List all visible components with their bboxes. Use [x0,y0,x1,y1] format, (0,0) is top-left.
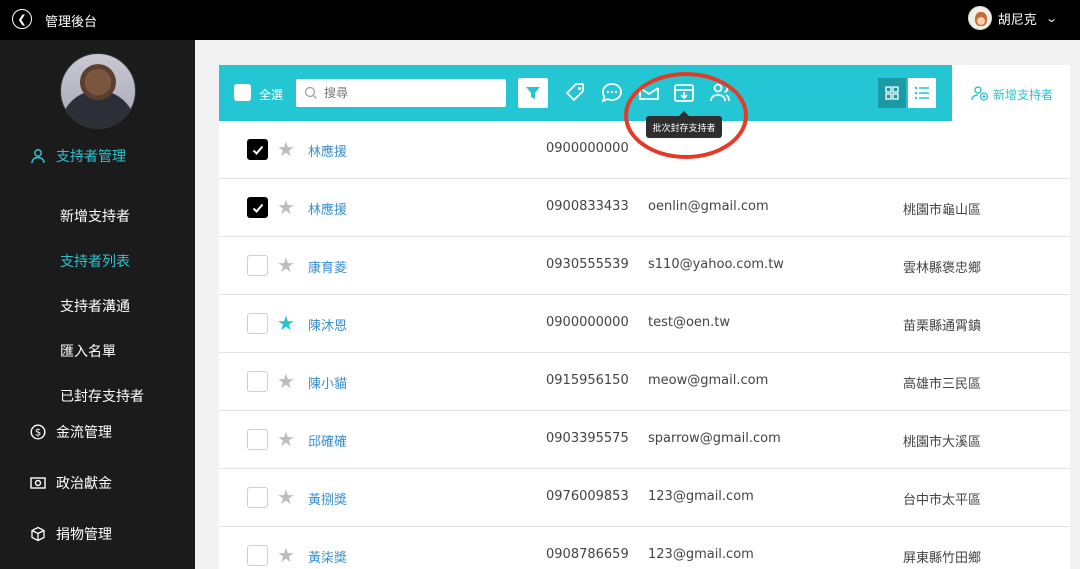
select-all-checkbox[interactable] [234,84,251,101]
supporter-email: meow@gmail.com [648,373,769,388]
list-icon [914,86,929,100]
row-checkbox[interactable] [247,545,268,566]
top-bar: ❮ 管理後台 胡尼克 ⌄ [0,0,1080,40]
table-row[interactable]: ★ 陳小貓 0915956150 meow@gmail.com 高雄市三民區 [219,353,1070,411]
sidebar-item-label: 金流管理 [56,425,112,441]
supporter-phone: 0900000000 [546,315,629,330]
star-icon[interactable]: ★ [277,371,295,391]
table-row[interactable]: ★ 康育菱 0930555539 s110@yahoo.com.tw 雲林縣褒忠鄉 [219,237,1070,295]
add-supporter-label: 新增支持者 [993,88,1054,102]
table-row[interactable]: ★ 陳沐恩 0900000000 test@oen.tw 苗栗縣通霄鎮 [219,295,1070,353]
supporter-email: oenlin@gmail.com [648,199,769,214]
supporter-name[interactable]: 陳沐恩 [308,315,347,334]
supporter-area: 桃園市龜山區 [903,203,982,218]
sidebar-sub-communication[interactable]: 支持者溝通 [60,296,130,316]
row-checkbox[interactable] [247,197,268,218]
row-checkbox[interactable] [247,429,268,450]
table-row[interactable]: ★ 黃柒獎 0908786659 123@gmail.com 屏東縣竹田鄉 [219,527,1070,569]
row-checkbox[interactable] [247,313,268,334]
table-row[interactable]: ★ 邱確確 0903395575 sparrow@gmail.com 桃園市大溪區 [219,411,1070,469]
check-icon [252,145,263,155]
app-title: 管理後台 [45,15,98,30]
grid-view-button[interactable] [878,78,906,108]
sidebar-sub-supporter-list[interactable]: 支持者列表 [60,251,130,271]
tag-icon[interactable] [564,81,588,105]
star-icon[interactable]: ★ [277,487,295,507]
row-checkbox[interactable] [247,255,268,276]
filter-icon [526,87,540,99]
supporter-email: test@oen.tw [648,315,731,330]
chevron-down-icon: ⌄ [1044,11,1058,25]
sidebar-sub-import-list[interactable]: 匯入名單 [60,341,116,361]
supporter-area: 台中市太平區 [903,493,982,508]
sidebar: 支持者管理 新增支持者 支持者列表 支持者溝通 匯入名單 已封存支持者 $ 金流… [0,40,195,569]
supporter-name[interactable]: 陳小貓 [308,373,347,392]
supporter-name[interactable]: 林應援 [308,141,347,160]
search-icon [304,85,318,104]
supporter-email: sparrow@gmail.com [648,431,781,446]
supporter-name[interactable]: 林應援 [308,199,347,218]
star-icon[interactable]: ★ [277,197,295,217]
grid-icon [885,86,899,100]
user-icon [30,148,46,164]
row-checkbox[interactable] [247,487,268,508]
supporter-phone: 0900833433 [546,199,629,214]
table-row[interactable]: ★ 黃捌獎 0976009853 123@gmail.com 台中市太平區 [219,469,1070,527]
supporter-email: s110@yahoo.com.tw [648,257,784,272]
star-icon[interactable]: ★ [277,255,295,275]
supporter-phone: 0908786659 [546,547,629,562]
supporter-phone: 0930555539 [546,257,629,272]
table-row[interactable]: ★ 林應援 0900833433 oenlin@gmail.com 桃園市龜山區 [219,179,1070,237]
user-menu[interactable]: 胡尼克 ⌄ [967,6,1058,30]
star-icon[interactable]: ★ [277,429,295,449]
dollar-icon: $ [30,424,46,440]
supporter-name[interactable]: 黃柒獎 [308,547,347,566]
supporter-area: 屏東縣竹田鄉 [903,551,982,566]
sidebar-item-label: 政治獻金 [56,476,112,492]
supporter-area: 桃園市大溪區 [903,435,982,450]
star-icon[interactable]: ★ [277,545,295,565]
list-view-button[interactable] [908,78,936,108]
supporter-area: 高雄市三民區 [903,377,982,392]
cash-icon [30,475,46,491]
annotation-circle [624,72,748,159]
filter-button[interactable] [518,78,548,108]
message-icon[interactable] [600,81,624,105]
supporter-phone: 0903395575 [546,431,629,446]
profile-photo [60,53,136,129]
check-icon [252,203,263,213]
search-input[interactable] [296,79,506,107]
sidebar-item-label: 支持者管理 [56,149,126,165]
star-icon[interactable]: ★ [277,139,295,159]
supporter-phone: 0976009853 [546,489,629,504]
sidebar-sub-archived[interactable]: 已封存支持者 [60,386,144,406]
user-name: 胡尼克 [997,12,1037,28]
supporter-name[interactable]: 康育菱 [308,257,347,276]
supporter-name[interactable]: 黃捌獎 [308,489,347,508]
supporter-name[interactable]: 邱確確 [308,431,347,450]
star-icon[interactable]: ★ [277,313,295,333]
box-icon [30,526,46,542]
supporter-phone: 0900000000 [546,141,629,156]
list-toolbar: 全選 [219,65,952,121]
avatar [967,6,992,30]
row-checkbox[interactable] [247,139,268,160]
sidebar-item-label: 捐物管理 [56,527,112,543]
svg-text:$: $ [35,428,41,439]
sidebar-sub-add-supporter[interactable]: 新增支持者 [60,206,130,226]
row-checkbox[interactable] [247,371,268,392]
supporter-email: 123@gmail.com [648,547,754,562]
supporter-phone: 0915956150 [546,373,629,388]
supporter-area: 雲林縣褒忠鄉 [903,261,982,276]
supporter-email: 123@gmail.com [648,489,754,504]
back-arrow-icon[interactable]: ❮ [12,9,32,29]
supporter-area: 苗栗縣通霄鎮 [903,319,982,334]
select-all-label: 全選 [259,88,284,102]
add-user-icon [971,86,989,101]
add-supporter-button[interactable]: 新增支持者 [952,65,1070,121]
